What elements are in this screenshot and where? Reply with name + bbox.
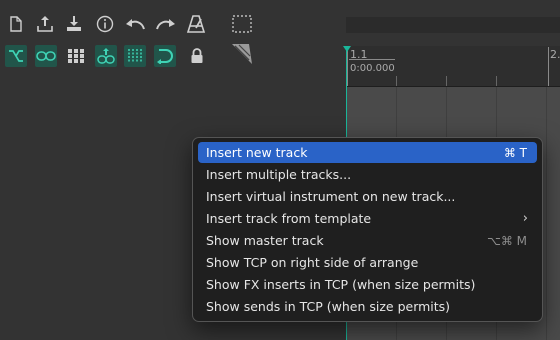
ruler-tick: [396, 76, 397, 86]
menu-item-label: Insert virtual instrument on new track..…: [206, 189, 456, 204]
ruler-time-label: 0:00.000: [350, 63, 395, 74]
ruler-tick: [347, 47, 348, 86]
menu-item-show-tcp-right[interactable]: Show TCP on right side of arrange: [198, 252, 537, 273]
info-icon[interactable]: [94, 13, 116, 35]
menu-item-label: Show TCP on right side of arrange: [206, 255, 419, 270]
menu-item-insert-multiple-tracks[interactable]: Insert multiple tracks...: [198, 164, 537, 185]
selection-box-icon[interactable]: [231, 13, 253, 35]
import-icon[interactable]: [63, 13, 85, 35]
metronome-icon[interactable]: [185, 13, 207, 35]
timeline-scrollbar[interactable]: [346, 17, 560, 33]
menu-item-insert-virtual-instrument[interactable]: Insert virtual instrument on new track..…: [198, 186, 537, 207]
menu-item-label: Show FX inserts in TCP (when size permit…: [206, 277, 476, 292]
menu-item-label: Insert track from template: [206, 211, 372, 226]
menu-item-label: Insert multiple tracks...: [206, 167, 352, 182]
menu-item-label: Show sends in TCP (when size permits): [206, 299, 451, 314]
loop-icon[interactable]: [154, 45, 176, 67]
context-menu: Insert new track ⌘ T Insert multiple tra…: [192, 137, 543, 322]
ripple-edit-icon[interactable]: [5, 45, 27, 67]
menu-item-insert-track-from-template[interactable]: Insert track from template ›: [198, 208, 537, 229]
new-file-icon[interactable]: [5, 13, 27, 35]
ruler-tick: [446, 76, 447, 86]
lock-icon[interactable]: [186, 45, 208, 67]
menu-item-shortcut: ⌘ T: [503, 145, 527, 160]
redo-icon[interactable]: [155, 13, 177, 35]
ruler-tick: [496, 76, 497, 86]
chevron-right-icon: ›: [522, 211, 528, 226]
envelope-tool-icon[interactable]: [231, 43, 253, 65]
link-items-icon[interactable]: [95, 45, 117, 67]
menu-item-show-sends[interactable]: Show sends in TCP (when size permits): [198, 296, 537, 317]
menu-item-label: Insert new track: [206, 145, 308, 160]
export-icon[interactable]: [34, 13, 56, 35]
menu-item-label: Show master track: [206, 233, 324, 248]
menu-item-show-master-track[interactable]: Show master track ⌥⌘ M: [198, 230, 537, 251]
grid-lines-icon[interactable]: [124, 45, 146, 67]
grid-line: [546, 87, 547, 340]
grid-snap-icon[interactable]: [65, 45, 87, 67]
ruler-tick: [548, 47, 549, 86]
ruler-bar-label-2: 2.: [550, 48, 560, 61]
link-icon[interactable]: [35, 45, 57, 67]
menu-item-show-fx-inserts[interactable]: Show FX inserts in TCP (when size permit…: [198, 274, 537, 295]
undo-icon[interactable]: [124, 13, 146, 35]
menu-item-insert-new-track[interactable]: Insert new track ⌘ T: [198, 142, 537, 163]
ruler-bar-label: 1.1: [350, 48, 368, 61]
playhead-marker-icon: [343, 46, 351, 52]
menu-item-shortcut: ⌥⌘ M: [487, 233, 527, 248]
